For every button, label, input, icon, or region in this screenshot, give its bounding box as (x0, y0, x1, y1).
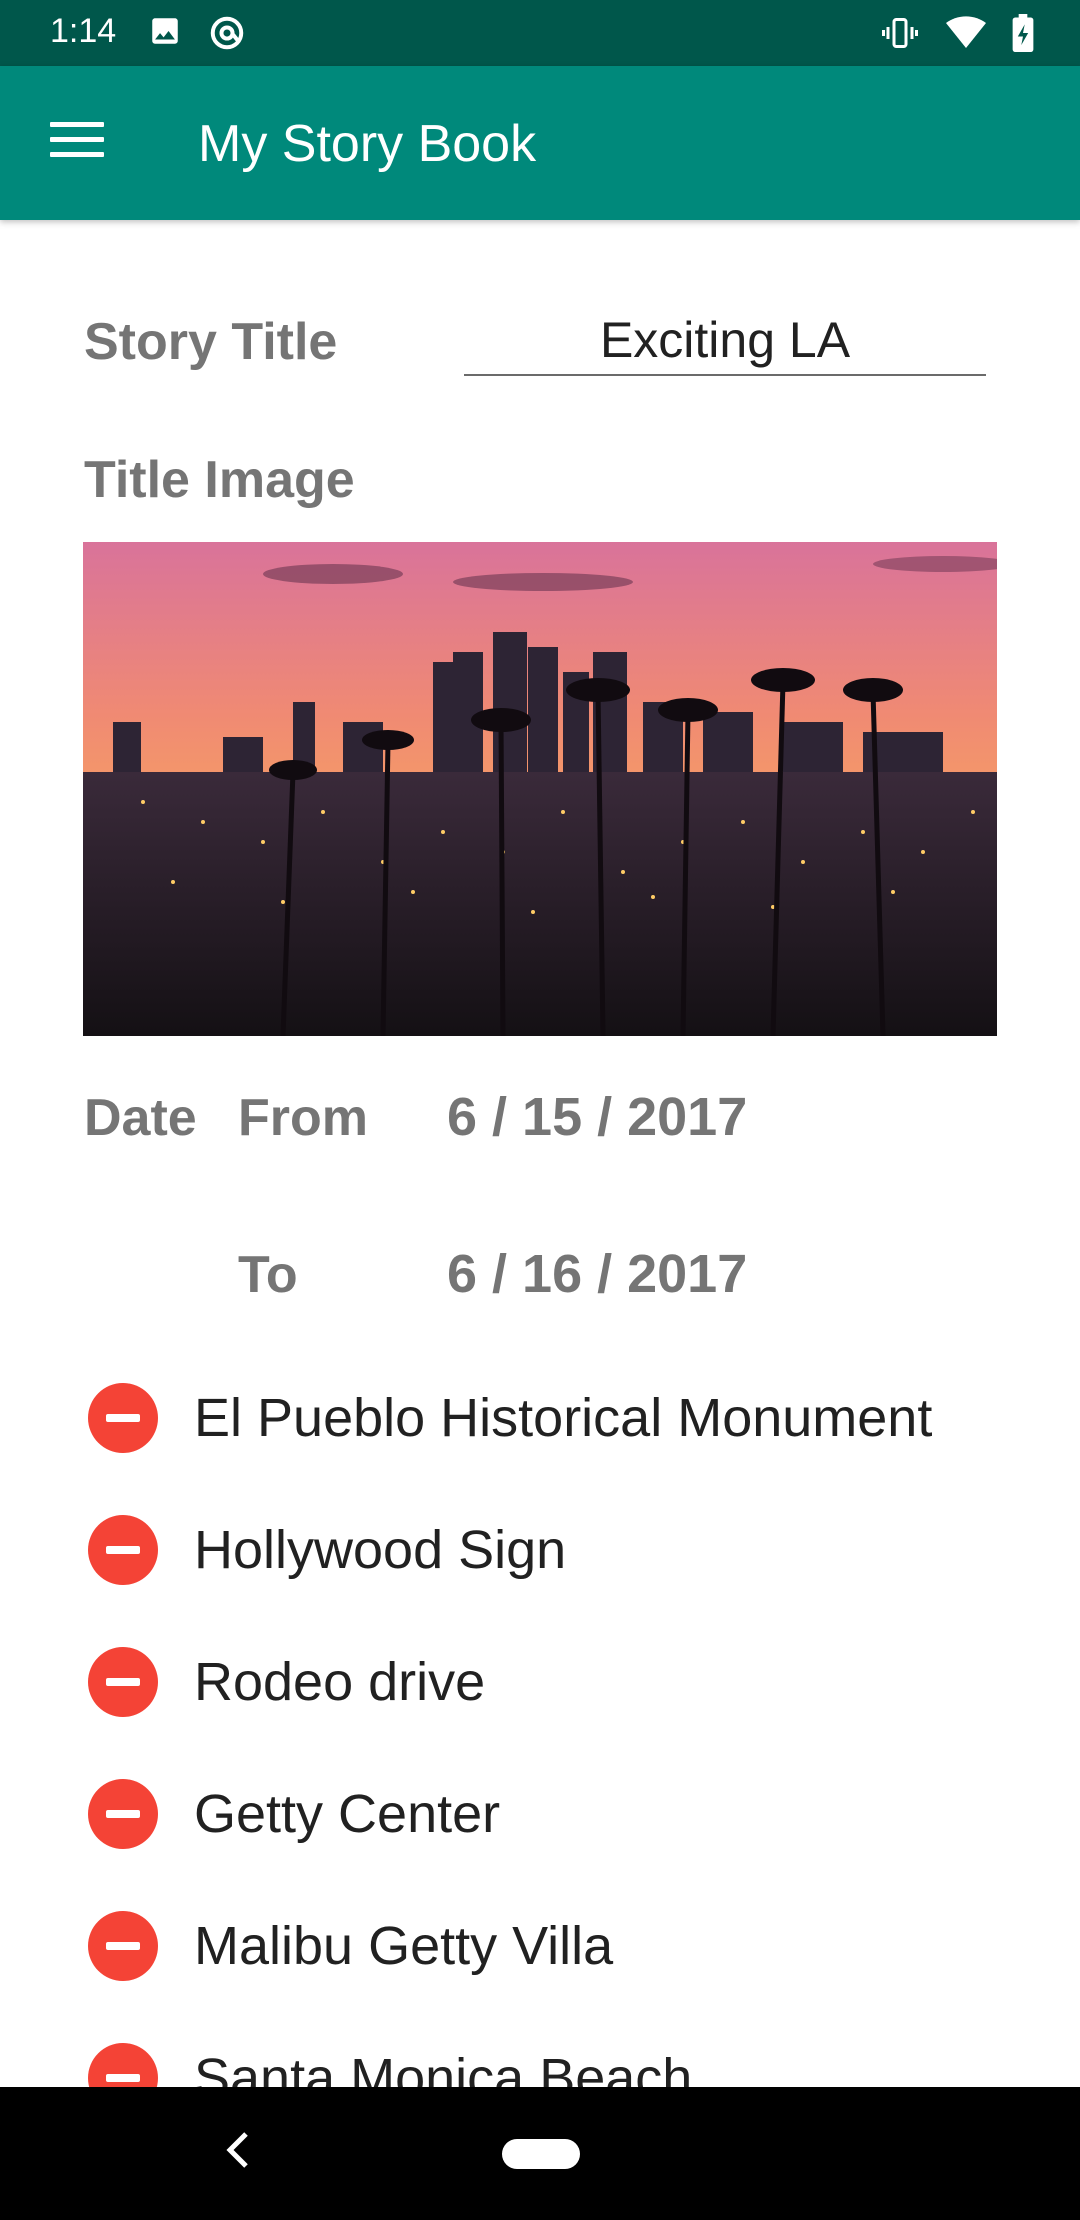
at-sign-icon (208, 14, 246, 57)
vibrate-icon (880, 15, 920, 56)
story-title-input[interactable]: Exciting LA (464, 306, 986, 376)
from-label: From (238, 1089, 368, 1147)
app-title: My Story Book (198, 115, 537, 173)
title-image[interactable] (83, 542, 997, 1036)
title-image-label: Title Image (84, 451, 355, 509)
from-date-value[interactable]: 6 / 15 / 2017 (447, 1086, 747, 1148)
place-label: Hollywood Sign (194, 1520, 567, 1580)
place-label: Malibu Getty Villa (194, 1916, 614, 1976)
list-item: Getty Center (88, 1769, 500, 1859)
app-bar: My Story Book (0, 66, 1080, 220)
remove-icon[interactable] (88, 1383, 158, 1453)
list-item: Rodeo drive (88, 1637, 485, 1727)
menu-icon[interactable] (50, 122, 104, 162)
place-label: Santa Monica Beach (194, 2048, 693, 2087)
wifi-icon (946, 16, 986, 55)
place-label: Getty Center (194, 1784, 501, 1844)
remove-icon[interactable] (88, 1647, 158, 1717)
list-item: Santa Monica Beach (88, 2033, 692, 2087)
story-title-label: Story Title (84, 313, 338, 371)
remove-icon[interactable] (88, 1779, 158, 1849)
date-label: Date (84, 1089, 197, 1147)
home-button[interactable] (502, 2139, 580, 2169)
status-time: 1:14 (50, 12, 117, 50)
story-form: Story Title Exciting LA Title Image Date… (0, 220, 1080, 2087)
to-label: To (238, 1246, 298, 1304)
status-bar: 1:14 (0, 0, 1080, 66)
navigation-bar (0, 2087, 1080, 2220)
place-label: El Pueblo Historical Monument (194, 1388, 933, 1448)
remove-icon[interactable] (88, 1911, 158, 1981)
place-label: Rodeo drive (194, 1652, 486, 1712)
remove-icon[interactable] (88, 1515, 158, 1585)
image-icon (148, 14, 182, 57)
list-item: Malibu Getty Villa (88, 1901, 613, 1991)
remove-icon[interactable] (88, 2043, 158, 2087)
back-icon[interactable] (224, 2127, 250, 2182)
list-item: Hollywood Sign (88, 1505, 566, 1595)
to-date-value[interactable]: 6 / 16 / 2017 (447, 1243, 747, 1305)
battery-charging-icon (1012, 14, 1034, 57)
list-item: El Pueblo Historical Monument (88, 1373, 932, 1463)
